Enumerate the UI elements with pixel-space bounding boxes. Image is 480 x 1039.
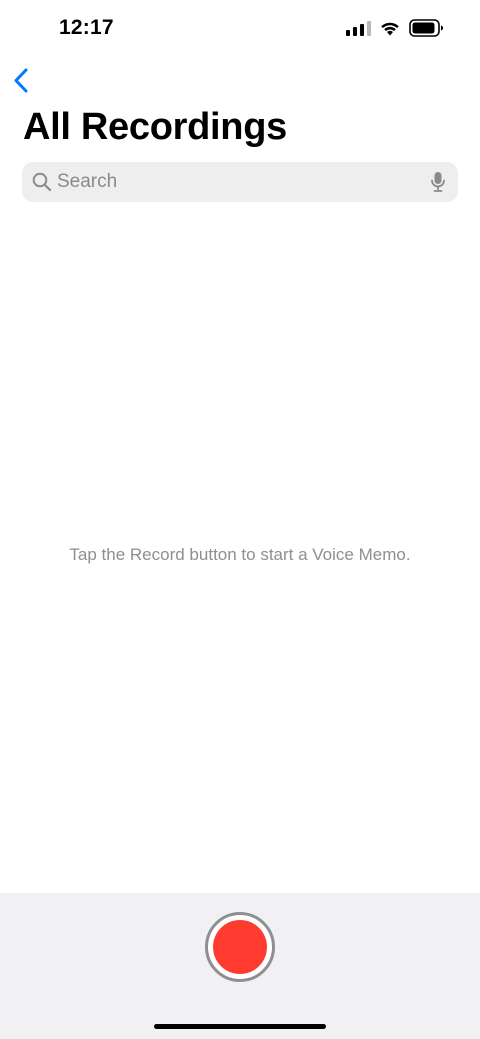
home-indicator <box>154 1024 326 1029</box>
record-dot-icon <box>213 920 267 974</box>
search-bar[interactable] <box>22 162 458 202</box>
magnifying-glass-icon <box>32 172 52 192</box>
record-button[interactable] <box>205 912 275 982</box>
search-input[interactable] <box>56 162 417 202</box>
status-bar: 12:17 <box>0 0 480 56</box>
status-time: 12:17 <box>59 16 114 39</box>
chevron-left-icon <box>14 68 28 93</box>
back-button[interactable] <box>10 62 40 96</box>
cellular-signal-icon <box>346 20 371 36</box>
battery-icon <box>409 19 444 37</box>
microphone-icon[interactable] <box>430 171 446 193</box>
wifi-icon <box>379 20 401 36</box>
record-toolbar <box>0 893 480 1039</box>
status-icons <box>346 18 444 38</box>
navigation-bar <box>0 58 480 98</box>
page-title: All Recordings <box>23 106 287 148</box>
empty-state-message: Tap the Record button to start a Voice M… <box>69 545 411 564</box>
